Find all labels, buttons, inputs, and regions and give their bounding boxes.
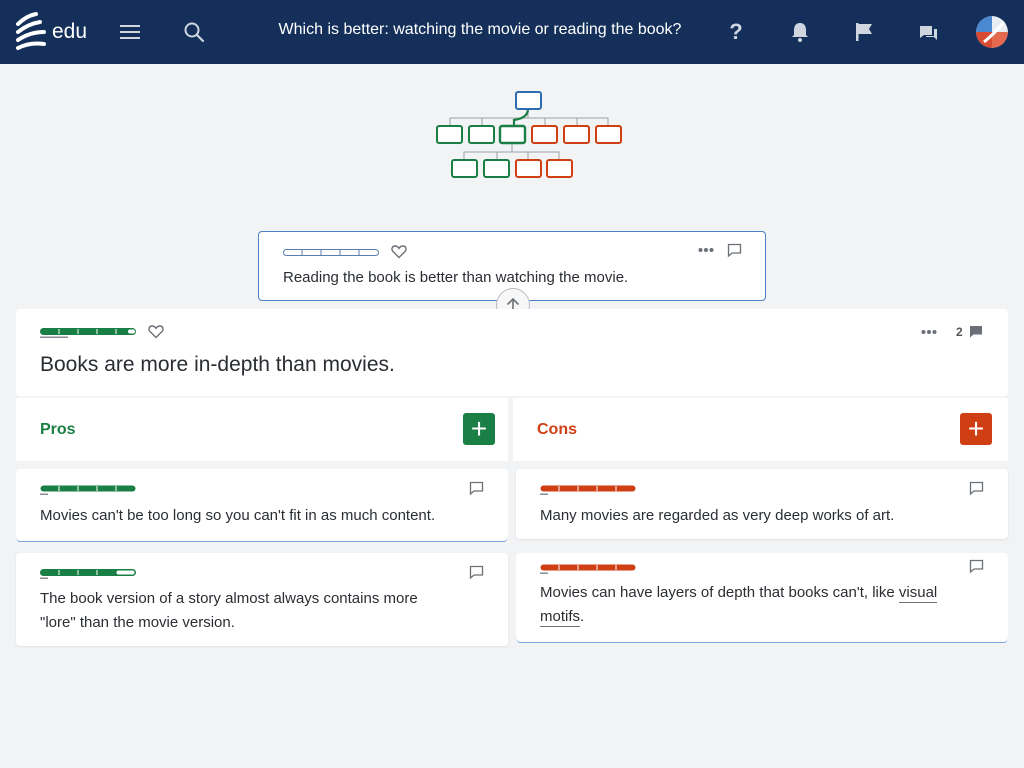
con-claim-text[interactable]: Many movies are regarded as very deep wo…	[540, 504, 894, 528]
heart-icon[interactable]	[391, 244, 407, 259]
menu-icon[interactable]	[114, 16, 146, 48]
help-icon[interactable]: ?	[720, 16, 752, 48]
comment-icon[interactable]	[469, 481, 484, 496]
plus-icon: +	[470, 413, 488, 444]
con-claim-card[interactable]: Many movies are regarded as very deep wo…	[516, 469, 1008, 539]
parent-claim-text[interactable]: Reading the book is better than watching…	[283, 269, 628, 286]
comment-icon[interactable]	[969, 481, 984, 496]
comment-icon[interactable]	[469, 565, 484, 580]
more-options-icon[interactable]	[921, 329, 937, 335]
brand-name[interactable]: edu	[52, 20, 87, 44]
cons-header: Cons +	[513, 398, 1008, 461]
comment-icon[interactable]	[969, 559, 984, 574]
con-claim-card[interactable]: Movies can have layers of depth that boo…	[516, 553, 1008, 640]
chat-icon[interactable]	[912, 16, 944, 48]
pro-claim-card[interactable]: Movies can't be too long so you can't fi…	[16, 469, 508, 539]
term-link[interactable]: visual	[898, 584, 938, 603]
heart-icon[interactable]	[148, 324, 164, 339]
comment-icon[interactable]	[969, 325, 983, 339]
focused-claim-card: 2 Books are more in-depth than movies.	[16, 309, 1008, 396]
con-claim-text-line: motifs.	[540, 605, 937, 629]
pros-header: Pros +	[16, 398, 508, 461]
argument-tree-minimap[interactable]	[430, 88, 630, 188]
add-con-button[interactable]: +	[960, 413, 992, 445]
focused-claim-text: Books are more in-depth than movies.	[40, 353, 395, 376]
avatar[interactable]	[976, 16, 1008, 48]
comment-count[interactable]: 2	[956, 325, 963, 339]
pro-claim-text-line: "lore" than the movie version.	[40, 614, 235, 631]
con-claim-text-line: Movies can have layers of depth that boo…	[540, 581, 938, 605]
pro-claim-text[interactable]: The book version of a story almost alway…	[40, 587, 418, 635]
flag-icon[interactable]	[848, 16, 880, 48]
more-options-icon[interactable]	[698, 247, 714, 253]
bell-icon[interactable]	[784, 16, 816, 48]
top-navbar: edu Which is better: watching the movie …	[0, 0, 1024, 64]
impact-bar	[40, 569, 136, 579]
impact-bar	[40, 485, 136, 495]
con-claim-text-part: .	[580, 608, 585, 625]
impact-bar	[540, 485, 636, 495]
pro-claim-text[interactable]: Movies can't be too long so you can't fi…	[40, 504, 435, 528]
con-claim-text-part: Movies can have layers of depth that boo…	[540, 584, 899, 601]
impact-bar	[540, 564, 636, 574]
con-claim-text[interactable]: Movies can have layers of depth that boo…	[540, 581, 938, 629]
debate-title[interactable]: Which is better: watching the movie or r…	[240, 21, 720, 39]
term-link[interactable]: motifs	[540, 608, 581, 627]
comment-icon[interactable]	[727, 243, 742, 258]
search-icon[interactable]	[178, 16, 210, 48]
plus-icon: +	[967, 413, 985, 444]
cons-label: Cons	[537, 421, 577, 438]
pro-claim-text-line: The book version of a story almost alway…	[40, 590, 418, 607]
impact-bar	[283, 249, 379, 256]
impact-bar	[40, 328, 136, 338]
logo-icon[interactable]	[14, 12, 50, 52]
pro-claim-card[interactable]: The book version of a story almost alway…	[16, 553, 508, 646]
pros-label: Pros	[40, 421, 76, 438]
add-pro-button[interactable]: +	[463, 413, 495, 445]
